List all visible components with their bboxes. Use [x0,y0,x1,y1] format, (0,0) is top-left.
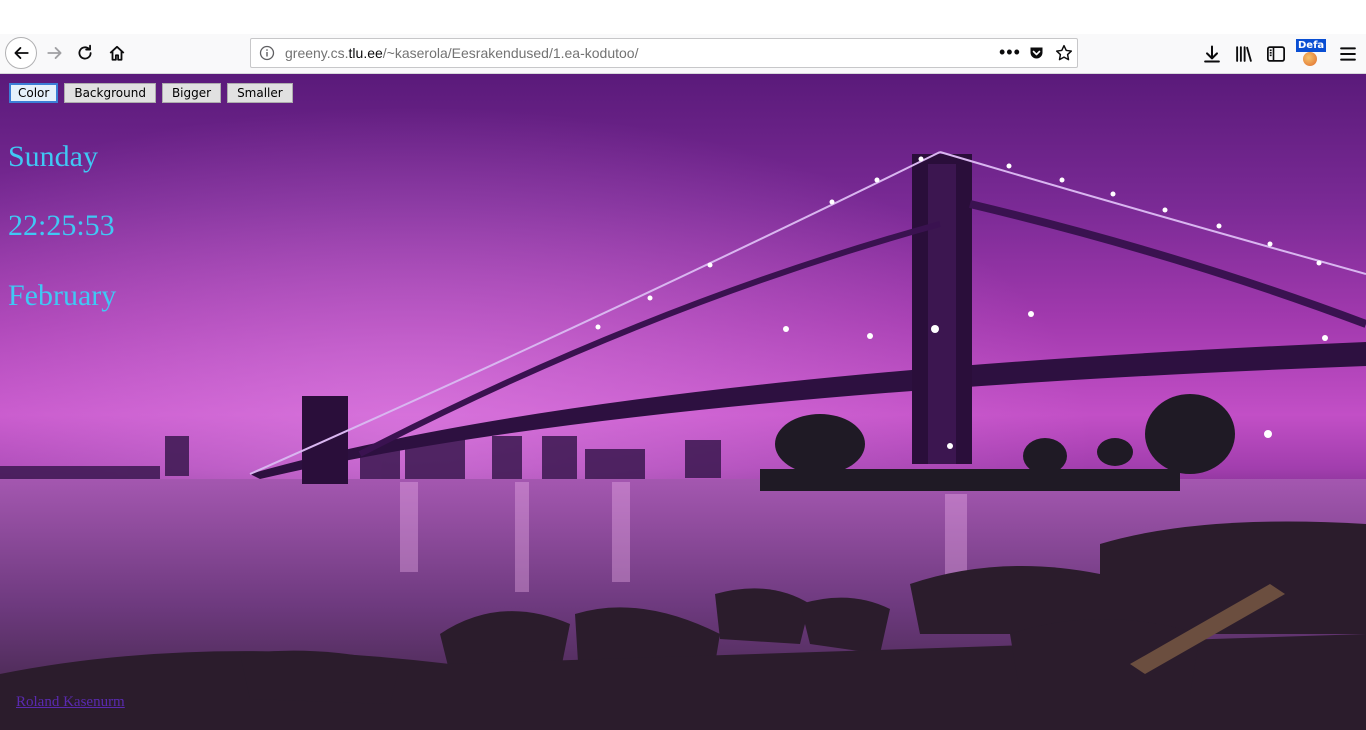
info-icon[interactable] [259,45,275,61]
extension-button[interactable]: Defa [1296,39,1327,69]
star-icon[interactable] [1055,44,1073,62]
page-actions-button[interactable]: ••• [999,42,1021,63]
clock-day: Sunday [8,140,98,173]
author-link[interactable]: Roland Kasenurm [16,694,125,711]
url-prefix: greeny.cs. [285,45,349,61]
smaller-button[interactable]: Smaller [227,83,293,103]
library-icon [1236,46,1252,62]
back-button[interactable] [5,37,37,69]
back-icon [14,47,29,59]
browser-toolbar: greeny.cs.tlu.ee/~kaserola/Eesrakendused… [0,34,1366,74]
url-host: tlu.ee [348,45,383,61]
page-content: Color Background Bigger Smaller Sunday 2… [0,74,1366,730]
clock-month: February [8,279,117,312]
extension-badge: Defa [1296,39,1327,52]
url-bar[interactable]: greeny.cs.tlu.ee/~kaserola/Eesrakendused… [250,38,1078,68]
pocket-icon[interactable] [1028,45,1045,61]
bridge-background-image [0,74,1366,730]
color-button[interactable]: Color [9,83,59,103]
menu-button[interactable] [1338,44,1358,64]
home-button[interactable] [102,38,132,68]
clock-time: 22:25:53 [8,209,115,242]
url-path: /~kaserola/Eesrakendused/1.ea-kodutoo/ [382,45,639,61]
forward-icon [47,47,62,59]
reload-button[interactable] [70,38,100,68]
downloads-button[interactable] [1202,44,1222,64]
url-text[interactable]: greeny.cs.tlu.ee/~kaserola/Eesrakendused… [285,45,638,61]
background-button[interactable]: Background [64,83,156,103]
home-icon [109,45,125,61]
sidebar-icon [1267,46,1285,62]
control-buttons: Color Background Bigger Smaller [9,83,293,103]
reload-icon [78,44,92,60]
window-top-strip [0,0,1366,34]
bigger-button[interactable]: Bigger [161,83,222,103]
library-button[interactable] [1234,44,1254,64]
extension-icon [1303,52,1317,66]
sidebar-button[interactable] [1266,44,1286,64]
forward-button[interactable] [40,38,70,68]
menu-icon [1340,47,1356,61]
download-icon [1204,45,1220,63]
